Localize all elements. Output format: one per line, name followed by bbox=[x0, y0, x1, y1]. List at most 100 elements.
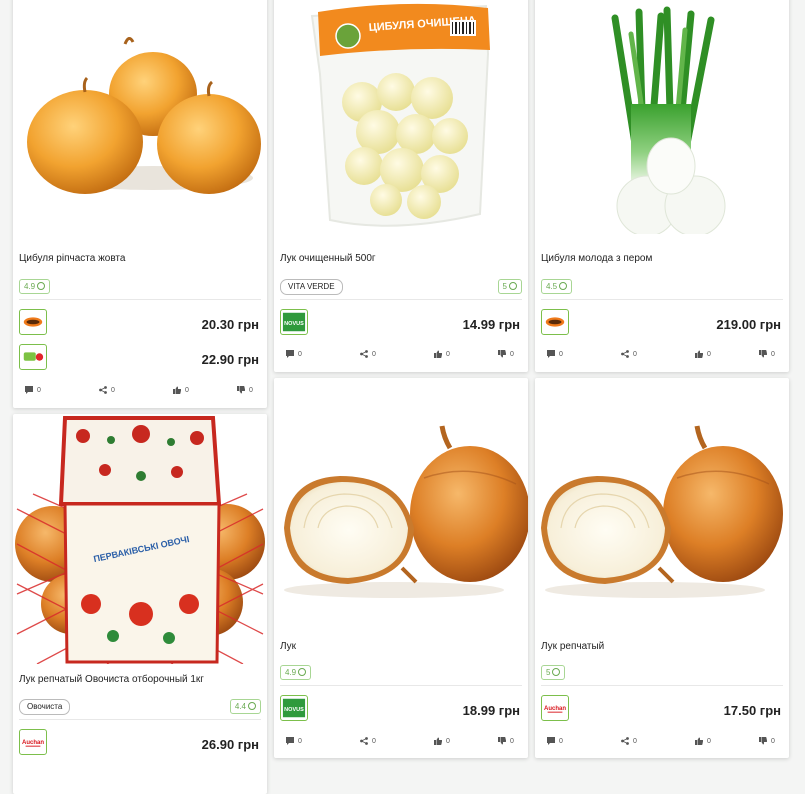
smiley-icon bbox=[37, 282, 46, 290]
thumbs-up-icon bbox=[173, 386, 181, 394]
price: 18.99 грн bbox=[462, 703, 520, 718]
product-image[interactable] bbox=[535, 378, 789, 628]
brand-tag[interactable]: Овочиста bbox=[19, 699, 71, 715]
share-button[interactable]: 0 bbox=[621, 733, 637, 749]
divider bbox=[541, 685, 783, 686]
product-title[interactable]: Лук репчатый Овочиста отборочный 1кг bbox=[19, 674, 261, 685]
comment-icon bbox=[25, 386, 33, 394]
comments-button[interactable]: 0 bbox=[286, 733, 302, 749]
share-button[interactable]: 0 bbox=[360, 733, 376, 749]
dislike-button[interactable]: 0 bbox=[498, 733, 514, 749]
dislike-button[interactable]: 0 bbox=[759, 733, 775, 749]
product-title[interactable]: Лук очищенный 500г bbox=[280, 253, 522, 264]
divider bbox=[19, 719, 261, 720]
price: 20.30 грн bbox=[201, 317, 259, 332]
share-icon bbox=[621, 350, 629, 358]
product-card[interactable]: Цибуля молода з пером 4.5 219.00 грн 0 0… bbox=[535, 0, 789, 372]
thumbs-up-icon bbox=[695, 737, 703, 745]
divider bbox=[19, 299, 261, 300]
product-title[interactable]: Цибуля ріпчаста жовта bbox=[19, 253, 261, 264]
rating-value: 4.9 bbox=[24, 282, 36, 291]
rating-value: 4.5 bbox=[546, 282, 558, 291]
price: 26.90 грн bbox=[201, 737, 259, 752]
rating-badge: 4.9 bbox=[280, 665, 312, 680]
store-logo-novus[interactable]: NOVUS bbox=[280, 695, 308, 721]
dislike-button[interactable]: 0 bbox=[498, 346, 514, 362]
product-card[interactable]: Цибуля ріпчаста жовта 4.9 20.30 грн 22.9… bbox=[13, 0, 267, 408]
rating-value: 5 bbox=[546, 668, 551, 677]
product-image[interactable] bbox=[535, 0, 789, 234]
thumbs-down-icon bbox=[759, 350, 767, 358]
rating-value: 5 bbox=[502, 282, 507, 291]
comments-button[interactable]: 0 bbox=[547, 346, 563, 362]
store-logo-auchan[interactable]: Auchan bbox=[19, 729, 47, 755]
brand-tag[interactable]: VITA VERDE bbox=[280, 279, 343, 295]
price: 17.50 грн bbox=[723, 703, 781, 718]
comments-button[interactable]: 0 bbox=[286, 346, 302, 362]
product-image[interactable] bbox=[13, 0, 267, 234]
product-image[interactable] bbox=[274, 378, 528, 628]
store-logo-dnipro-m[interactable] bbox=[19, 344, 47, 370]
smiley-icon bbox=[552, 668, 561, 676]
thumbs-down-icon bbox=[498, 350, 506, 358]
like-button[interactable]: 0 bbox=[173, 382, 189, 398]
smiley-icon bbox=[509, 282, 517, 290]
price: 22.90 грн bbox=[201, 352, 259, 367]
price: 219.00 грн bbox=[716, 317, 781, 332]
comment-icon bbox=[547, 737, 555, 745]
share-button[interactable]: 0 bbox=[99, 382, 115, 398]
like-button[interactable]: 0 bbox=[434, 733, 450, 749]
product-card[interactable]: ПЕРВАКІВСЬКІ ОВОЧІ Лук репчатый Овочиста… bbox=[13, 414, 267, 794]
smiley-icon bbox=[248, 702, 256, 710]
rating-value: 4.9 bbox=[285, 668, 297, 677]
rating-badge: 4.9 bbox=[19, 279, 51, 294]
store-logo-novus[interactable]: NOVUS bbox=[280, 309, 308, 335]
card-actions: 0 0 0 0 bbox=[535, 346, 789, 362]
thumbs-down-icon bbox=[498, 737, 506, 745]
divider bbox=[280, 685, 522, 686]
like-button[interactable]: 0 bbox=[434, 346, 450, 362]
product-title[interactable]: Лук bbox=[280, 641, 522, 652]
rating-badge: 4.5 bbox=[541, 279, 573, 294]
card-actions: 0 0 0 0 bbox=[274, 733, 528, 749]
product-card[interactable]: Лук репчатый 5 Auchan 17.50 грн 0 0 0 0 bbox=[535, 378, 789, 758]
rating-value: 4.4 bbox=[234, 702, 246, 711]
share-button[interactable]: 0 bbox=[621, 346, 637, 362]
share-icon bbox=[360, 350, 368, 358]
rating-badge: 4.4 bbox=[229, 699, 261, 714]
product-card[interactable]: Лук 4.9 NOVUS 18.99 грн 0 0 0 0 bbox=[274, 378, 528, 758]
product-card[interactable]: ЦИБУЛЯ ОЧИЩЕНА Лук очищенный 500г VITA V… bbox=[274, 0, 528, 372]
card-actions: 0 0 0 0 bbox=[13, 382, 267, 398]
divider bbox=[280, 299, 522, 300]
smiley-icon bbox=[559, 282, 568, 290]
product-image[interactable]: ЦИБУЛЯ ОЧИЩЕНА bbox=[274, 0, 528, 234]
card-actions: 0 0 0 0 bbox=[274, 346, 528, 362]
svg-text:Auchan: Auchan bbox=[544, 706, 566, 712]
thumbs-down-icon bbox=[237, 386, 245, 394]
thumbs-up-icon bbox=[434, 350, 442, 358]
comments-button[interactable]: 0 bbox=[25, 382, 41, 398]
like-button[interactable]: 0 bbox=[695, 346, 711, 362]
product-image[interactable]: ПЕРВАКІВСЬКІ ОВОЧІ bbox=[13, 414, 267, 664]
dislike-button[interactable]: 0 bbox=[237, 382, 253, 398]
comments-button[interactable]: 0 bbox=[547, 733, 563, 749]
thumbs-down-icon bbox=[759, 737, 767, 745]
share-button[interactable]: 0 bbox=[360, 346, 376, 362]
svg-text:Auchan: Auchan bbox=[22, 740, 44, 746]
share-icon bbox=[99, 386, 107, 394]
share-icon bbox=[360, 737, 368, 745]
svg-text:NOVUS: NOVUS bbox=[284, 321, 304, 327]
store-logo-auchan[interactable]: Auchan bbox=[541, 695, 569, 721]
like-button[interactable]: 0 bbox=[695, 733, 711, 749]
comment-icon bbox=[286, 737, 294, 745]
card-actions: 0 0 0 0 bbox=[535, 733, 789, 749]
smiley-icon bbox=[298, 668, 307, 676]
divider bbox=[541, 299, 783, 300]
store-logo-silpo[interactable] bbox=[19, 309, 47, 335]
dislike-button[interactable]: 0 bbox=[759, 346, 775, 362]
svg-text:NOVUS: NOVUS bbox=[284, 707, 304, 713]
store-logo-silpo[interactable] bbox=[541, 309, 569, 335]
thumbs-up-icon bbox=[695, 350, 703, 358]
product-title[interactable]: Лук репчатый bbox=[541, 641, 783, 652]
product-title[interactable]: Цибуля молода з пером bbox=[541, 253, 783, 264]
